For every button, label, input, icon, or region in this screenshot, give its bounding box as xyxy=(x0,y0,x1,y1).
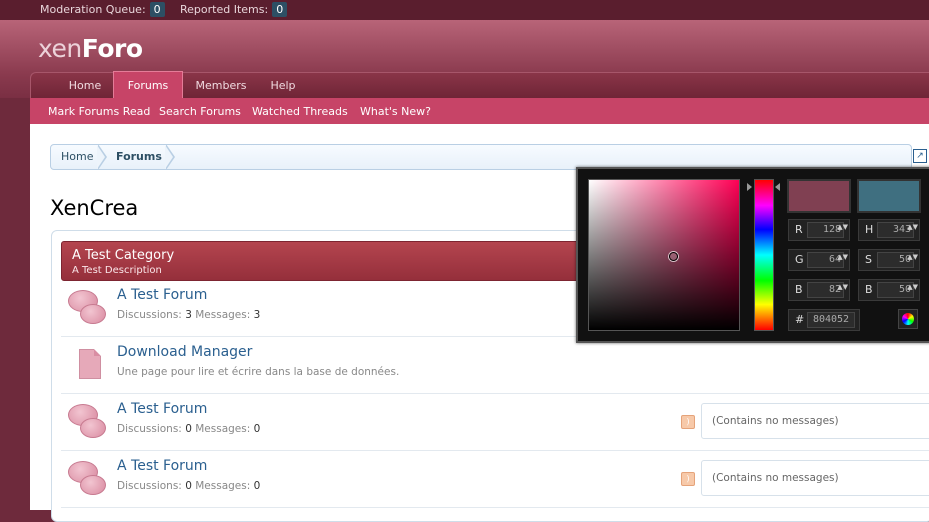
last-post-box: (Contains no messages) xyxy=(701,403,929,439)
site-logo[interactable]: xenForo xyxy=(38,34,143,63)
forum-bubbles-icon xyxy=(68,459,108,497)
messages-count: 0 xyxy=(253,480,261,492)
last-post-box: (Contains no messages) xyxy=(701,460,929,496)
discussions-label: Discussions: xyxy=(117,480,182,492)
page-node: Download Manager Une page pour lire et é… xyxy=(61,337,929,394)
tab-help[interactable]: Help xyxy=(261,73,305,98)
search-forums-link[interactable]: Search Forums xyxy=(159,98,241,125)
category-title[interactable]: A Test Category xyxy=(72,248,174,263)
breadcrumb-home[interactable]: Home xyxy=(61,145,93,169)
rss-icon[interactable]: ) xyxy=(681,415,695,429)
hue-slider[interactable] xyxy=(754,179,774,331)
forum-node: A Test Forum Discussions: 0 Messages: 0 … xyxy=(61,394,929,451)
forum-node: A Test Forum Discussions: 0 Messages: 0 … xyxy=(61,451,929,508)
brightness-label: B xyxy=(865,283,873,296)
hex-field[interactable]: # 804052 xyxy=(788,309,860,331)
spinner-icon[interactable]: ▲▼ xyxy=(837,253,848,261)
category-description: A Test Description xyxy=(72,265,162,276)
discussions-count: 0 xyxy=(185,423,192,435)
spinner-icon[interactable]: ▲▼ xyxy=(837,223,848,231)
blue-label: B xyxy=(795,283,803,296)
saturation-field[interactable]: S 50 ▲▼ xyxy=(858,249,920,271)
reported-items-count: 0 xyxy=(272,2,288,17)
current-color-swatch[interactable] xyxy=(857,179,921,213)
forum-stats: Discussions: 0 Messages: 0 xyxy=(117,423,260,435)
discussions-label: Discussions: xyxy=(117,423,182,435)
hex-value[interactable]: 804052 xyxy=(807,312,855,328)
watched-threads-link[interactable]: Watched Threads xyxy=(252,98,348,125)
tab-members[interactable]: Members xyxy=(189,73,253,98)
whats-new-link[interactable]: What's New? xyxy=(360,98,431,125)
messages-label: Messages: xyxy=(195,309,251,321)
spinner-icon[interactable]: ▲▼ xyxy=(907,253,918,261)
messages-label: Messages: xyxy=(195,423,251,435)
brightness-field[interactable]: B 50 ▲▼ xyxy=(858,279,920,301)
messages-count: 0 xyxy=(253,423,261,435)
reported-items-label: Reported Items: xyxy=(180,3,269,16)
forum-title[interactable]: A Test Forum xyxy=(117,401,207,417)
nav-tabs: Home Forums Members Help xyxy=(30,71,929,99)
spinner-icon[interactable]: ▲▼ xyxy=(837,283,848,291)
forum-bubbles-icon xyxy=(68,288,108,326)
hex-label: # xyxy=(795,313,805,326)
new-color-swatch xyxy=(787,179,851,213)
breadcrumb-forums[interactable]: Forums xyxy=(116,145,162,169)
green-label: G xyxy=(795,253,804,266)
discussions-count: 0 xyxy=(185,480,192,492)
reported-items-link[interactable]: Reported Items: 0 xyxy=(180,2,288,18)
green-field[interactable]: G 64 ▲▼ xyxy=(788,249,850,271)
discussions-count: 3 xyxy=(185,309,192,321)
hue-arrow-right-icon xyxy=(775,183,780,191)
spinner-icon[interactable]: ▲▼ xyxy=(907,223,918,231)
spinner-icon[interactable]: ▲▼ xyxy=(907,283,918,291)
sub-nav: Mark Forums Read Search Forums Watched T… xyxy=(30,98,929,124)
breadcrumb-separator xyxy=(165,144,175,170)
hue-field[interactable]: H 343 ▲▼ xyxy=(858,219,920,241)
saturation-label: S xyxy=(865,253,872,266)
mark-forums-read-link[interactable]: Mark Forums Read xyxy=(48,98,150,125)
moderation-queue-count: 0 xyxy=(149,2,165,17)
jump-to-icon[interactable]: ↗ xyxy=(913,149,927,163)
red-field[interactable]: R 128 ▲▼ xyxy=(788,219,850,241)
forum-bubbles-icon xyxy=(68,402,108,440)
moderator-bar: Moderation Queue: 0 Reported Items: 0 xyxy=(0,0,929,20)
forum-stats: Discussions: 3 Messages: 3 xyxy=(117,309,260,321)
tab-home[interactable]: Home xyxy=(55,73,115,98)
forum-stats: Discussions: 0 Messages: 0 xyxy=(117,480,260,492)
tab-forums[interactable]: Forums xyxy=(113,71,183,99)
logo-prefix: xen xyxy=(38,34,82,63)
page-description: Une page pour lire et écrire dans la bas… xyxy=(117,366,400,378)
hue-label: H xyxy=(865,223,874,236)
color-cursor[interactable] xyxy=(669,252,678,261)
hue-arrow-left-icon xyxy=(747,183,752,191)
rss-icon[interactable]: ) xyxy=(681,472,695,486)
logo-suffix: Foro xyxy=(81,34,143,63)
discussions-label: Discussions: xyxy=(117,309,182,321)
messages-label: Messages: xyxy=(195,480,251,492)
breadcrumb-separator xyxy=(97,144,107,170)
page-icon xyxy=(79,349,101,379)
red-label: R xyxy=(795,223,803,236)
moderation-queue-link[interactable]: Moderation Queue: 0 xyxy=(40,2,165,18)
blue-field[interactable]: B 82 ▲▼ xyxy=(788,279,850,301)
header: xenForo Home Forums Members Help xyxy=(0,20,929,99)
color-wheel-icon[interactable] xyxy=(898,309,918,329)
page-title-link[interactable]: Download Manager xyxy=(117,344,252,360)
page-title: XenCrea xyxy=(50,196,139,221)
forum-title[interactable]: A Test Forum xyxy=(117,287,207,303)
saturation-value-area[interactable] xyxy=(588,179,740,331)
forum-title[interactable]: A Test Forum xyxy=(117,458,207,474)
messages-count: 3 xyxy=(253,309,261,321)
color-picker-popup: R 128 ▲▼ G 64 ▲▼ B 82 ▲▼ H 343 ▲▼ S 50 ▲… xyxy=(576,167,929,343)
moderation-queue-label: Moderation Queue: xyxy=(40,3,146,16)
